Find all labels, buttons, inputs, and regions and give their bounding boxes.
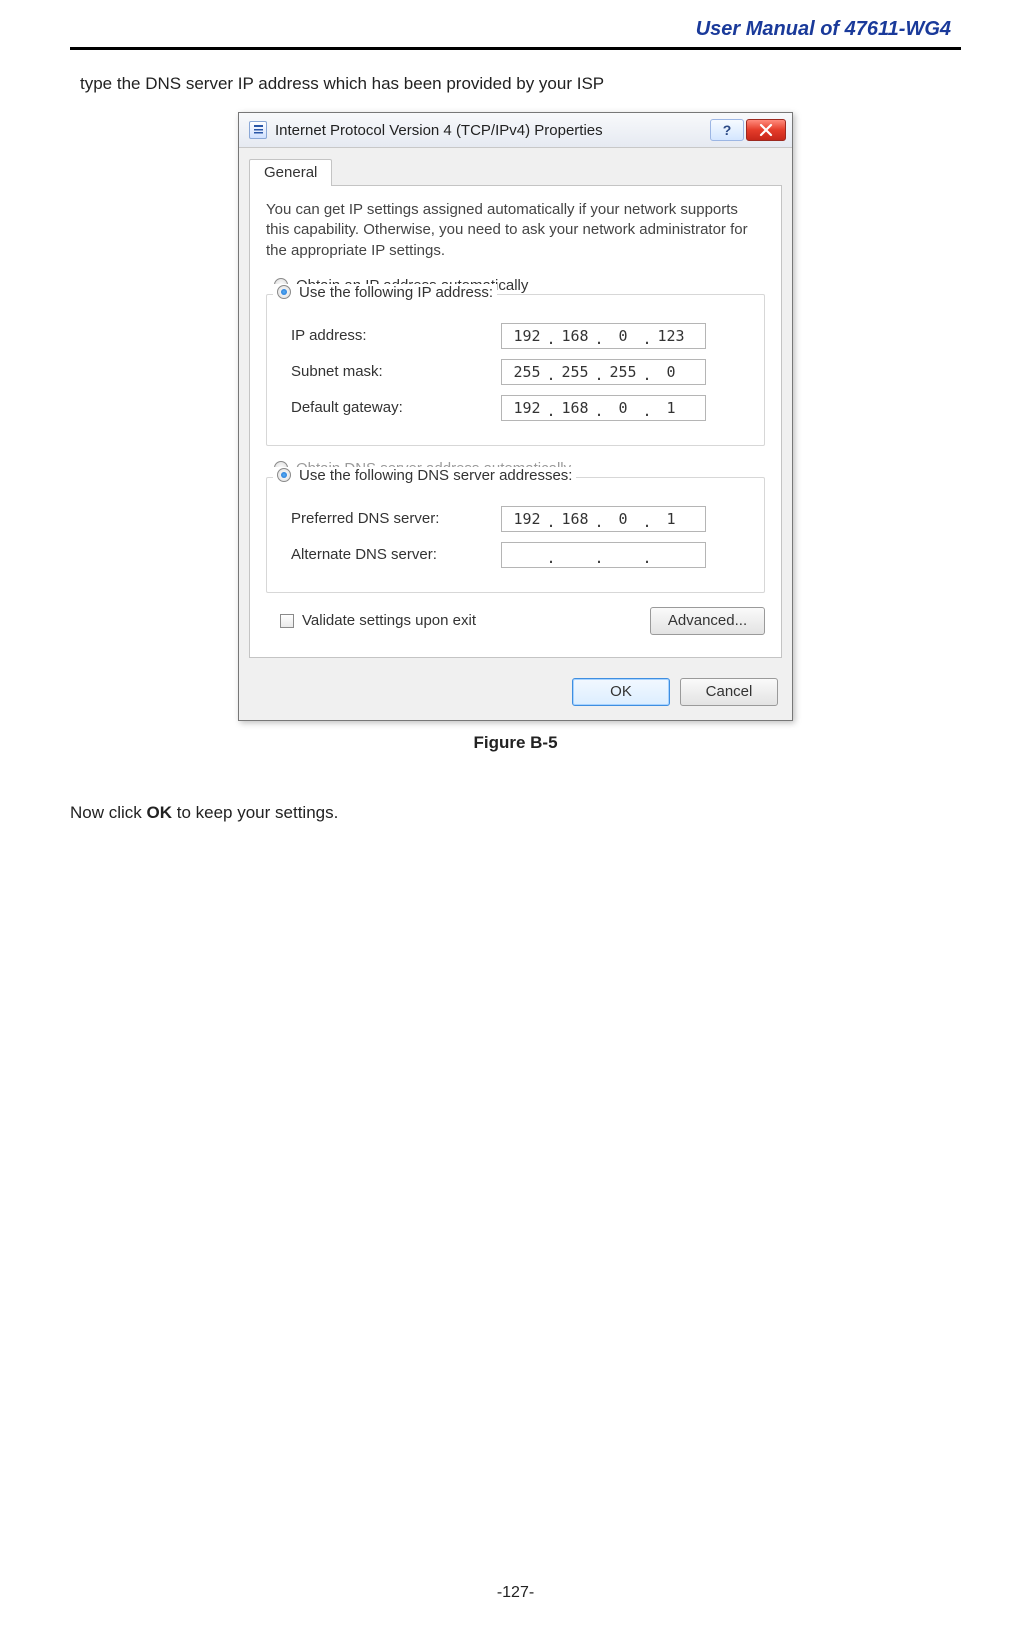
titlebar-buttons: ? — [710, 119, 786, 141]
row-ip-address: IP address: 192. 168. 0. 123 — [291, 323, 750, 349]
label-subnet-mask: Subnet mask: — [291, 363, 501, 380]
row-default-gateway: Default gateway: 192. 168. 0. 1 — [291, 395, 750, 421]
validate-label: Validate settings upon exit — [302, 612, 476, 629]
figure-wrap: Internet Protocol Version 4 (TCP/IPv4) P… — [70, 112, 961, 753]
control-panel-icon — [249, 121, 267, 139]
radio-icon — [277, 285, 291, 299]
after-text-bold: OK — [147, 803, 173, 822]
close-button[interactable] — [746, 119, 786, 141]
tab-general-label: General — [264, 164, 317, 181]
advanced-button-label: Advanced... — [668, 612, 747, 629]
ip-octet: 0 — [652, 363, 690, 381]
dialog-footer: OK Cancel — [239, 668, 792, 720]
validate-row: Validate settings upon exit Advanced... — [280, 607, 765, 635]
description-text: You can get IP settings assigned automat… — [266, 200, 765, 261]
tabstrip: General — [239, 148, 792, 185]
tab-general[interactable]: General — [249, 159, 332, 186]
ip-octet: 192 — [508, 399, 546, 417]
label-default-gateway: Default gateway: — [291, 399, 501, 416]
dialog-title: Internet Protocol Version 4 (TCP/IPv4) P… — [275, 122, 702, 139]
ip-octet: 1 — [652, 510, 690, 528]
input-ip-address[interactable]: 192. 168. 0. 123 — [501, 323, 706, 349]
ip-fieldset: Use the following IP address: IP address… — [266, 294, 765, 446]
after-text-pre: Now click — [70, 803, 147, 822]
ip-octet: 192 — [508, 510, 546, 528]
label-ip-address: IP address: — [291, 327, 501, 344]
radio-dns-manual[interactable]: Use the following DNS server addresses: — [273, 467, 576, 484]
dns-fieldset: Use the following DNS server addresses: … — [266, 477, 765, 593]
dot-icon: . — [546, 513, 556, 531]
intro-text: type the DNS server IP address which has… — [70, 74, 961, 112]
radio-icon — [277, 468, 291, 482]
ip-octet: 168 — [556, 510, 594, 528]
titlebar: Internet Protocol Version 4 (TCP/IPv4) P… — [239, 113, 792, 148]
dot-icon: . — [594, 366, 604, 384]
dot-icon: . — [594, 402, 604, 420]
input-alternate-dns[interactable]: . . . — [501, 542, 706, 568]
ip-octet: 1 — [652, 399, 690, 417]
input-preferred-dns[interactable]: 192. 168. 0. 1 — [501, 506, 706, 532]
ip-octet: 168 — [556, 327, 594, 345]
after-text-post: to keep your settings. — [172, 803, 338, 822]
dot-icon: . — [546, 330, 556, 348]
input-subnet-mask[interactable]: 255. 255. 255. 0 — [501, 359, 706, 385]
ip-octet: 168 — [556, 399, 594, 417]
ip-octet: 255 — [604, 363, 642, 381]
dot-icon: . — [594, 330, 604, 348]
radio-ip-manual[interactable]: Use the following IP address: — [273, 284, 497, 301]
dot-icon: . — [642, 513, 652, 531]
dot-icon: . — [642, 549, 652, 567]
validate-checkbox[interactable] — [280, 614, 294, 628]
dot-icon: . — [546, 402, 556, 420]
cancel-button[interactable]: Cancel — [680, 678, 778, 706]
ip-octet: 0 — [604, 327, 642, 345]
input-default-gateway[interactable]: 192. 168. 0. 1 — [501, 395, 706, 421]
page-header: User Manual of 47611-WG4 — [70, 0, 961, 50]
ip-octet: 255 — [556, 363, 594, 381]
dot-icon: . — [642, 402, 652, 420]
tab-body: You can get IP settings assigned automat… — [249, 185, 782, 658]
after-text: Now click OK to keep your settings. — [70, 803, 961, 823]
ok-button[interactable]: OK — [572, 678, 670, 706]
ip-octet: 0 — [604, 510, 642, 528]
radio-ip-manual-label: Use the following IP address: — [299, 284, 493, 301]
figure-caption: Figure B-5 — [70, 733, 961, 753]
dot-icon: . — [546, 549, 556, 567]
ip-octet: 192 — [508, 327, 546, 345]
ip-octet: 123 — [652, 327, 690, 345]
dot-icon: . — [594, 513, 604, 531]
dot-icon: . — [546, 366, 556, 384]
tcpip-properties-dialog: Internet Protocol Version 4 (TCP/IPv4) P… — [238, 112, 793, 721]
ok-button-label: OK — [610, 683, 632, 700]
dot-icon: . — [642, 366, 652, 384]
question-mark-icon: ? — [723, 122, 732, 138]
cancel-button-label: Cancel — [706, 683, 753, 700]
ip-octet: 255 — [508, 363, 546, 381]
page-number: -127- — [0, 1584, 1031, 1602]
label-preferred-dns: Preferred DNS server: — [291, 510, 501, 527]
header-title: User Manual of 47611-WG4 — [696, 18, 951, 40]
radio-dns-manual-label: Use the following DNS server addresses: — [299, 467, 572, 484]
close-icon — [759, 123, 773, 137]
label-alternate-dns: Alternate DNS server: — [291, 546, 501, 563]
advanced-button[interactable]: Advanced... — [650, 607, 765, 635]
row-subnet-mask: Subnet mask: 255. 255. 255. 0 — [291, 359, 750, 385]
row-preferred-dns: Preferred DNS server: 192. 168. 0. 1 — [291, 506, 750, 532]
dot-icon: . — [642, 330, 652, 348]
ip-octet: 0 — [604, 399, 642, 417]
dot-icon: . — [594, 549, 604, 567]
row-alternate-dns: Alternate DNS server: . . . — [291, 542, 750, 568]
help-button[interactable]: ? — [710, 119, 744, 141]
